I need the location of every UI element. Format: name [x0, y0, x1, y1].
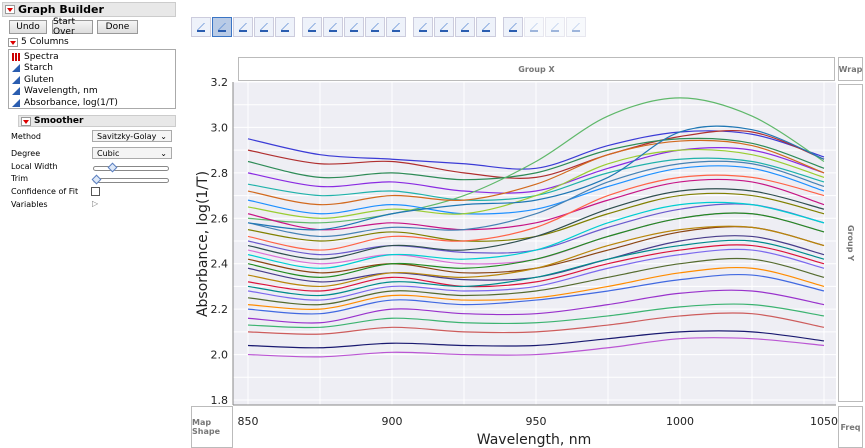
- y-axis-title[interactable]: Absorbance, log(1/T): [195, 171, 211, 317]
- y-tick-label: 3.0: [211, 121, 229, 134]
- x-tick-label: 1000: [666, 415, 694, 428]
- y-tick-label: 2.2: [211, 303, 229, 316]
- y-tick-label: 2.8: [211, 167, 229, 180]
- x-tick-label: 900: [382, 415, 403, 428]
- x-tick-label: 1050: [810, 415, 838, 428]
- y-tick-label: 2.4: [211, 258, 229, 271]
- spectra-chart[interactable]: 1.8 2.0 2.2 2.4 2.6 2.8 3.0 3.2 850 900 950 1000 105…: [0, 0, 865, 448]
- y-tick-label: 1.8: [211, 394, 229, 407]
- x-tick-label: 950: [526, 415, 547, 428]
- y-tick-label: 2.0: [211, 349, 229, 362]
- y-tick-label: 2.6: [211, 212, 229, 225]
- x-axis-title[interactable]: Wavelength, nm: [477, 432, 591, 448]
- x-tick-label: 850: [238, 415, 259, 428]
- y-tick-label: 3.2: [211, 76, 229, 89]
